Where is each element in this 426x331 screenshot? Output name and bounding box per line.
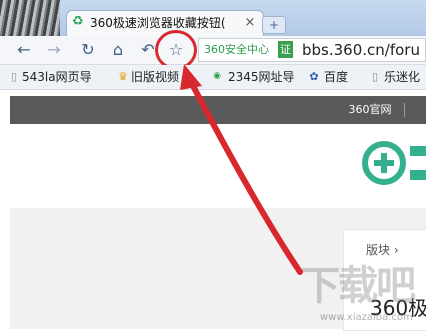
2345-icon: ◉ bbox=[213, 71, 221, 81]
breadcrumb[interactable]: 版块 › bbox=[366, 240, 426, 260]
refresh-icon[interactable]: ↻ bbox=[78, 40, 98, 60]
browser-avatar-image bbox=[0, 0, 60, 36]
360-logo-icon[interactable] bbox=[358, 140, 426, 186]
bookmark-item[interactable]: 旧版视频 bbox=[131, 66, 187, 88]
site-nav-link[interactable]: 360官网 bbox=[340, 99, 400, 121]
watermark-logo: 下载吧 bbox=[300, 263, 416, 309]
bookmark-item[interactable]: 2345网址导 bbox=[228, 66, 295, 88]
new-tab-button[interactable]: + bbox=[262, 16, 286, 34]
tab-title: 360极速浏览器收藏按钮( bbox=[90, 16, 226, 30]
url-text[interactable]: bbs.360.cn/foru bbox=[302, 39, 426, 61]
tab-close-button[interactable]: × bbox=[242, 14, 258, 32]
forward-icon[interactable]: → bbox=[44, 40, 64, 60]
page-icon: ▯ bbox=[371, 70, 379, 83]
bookmark-item[interactable]: 百度 bbox=[324, 66, 348, 88]
page-icon: ▯ bbox=[10, 70, 18, 83]
360-site-icon: ♻ bbox=[72, 14, 84, 29]
security-label: 360安全中心 bbox=[204, 43, 269, 56]
watermark-url: www.xiazaiba.com bbox=[320, 312, 413, 323]
certificate-badge[interactable]: 证 bbox=[278, 41, 293, 58]
baidu-paw-icon: ✿ bbox=[309, 70, 319, 83]
back-icon[interactable]: ← bbox=[14, 40, 34, 60]
bookmark-item[interactable]: 乐迷化 bbox=[384, 66, 420, 88]
highlight-circle bbox=[155, 30, 197, 70]
cup-icon: ♛ bbox=[118, 70, 128, 83]
bookmark-item[interactable]: 543la网页导 bbox=[22, 66, 92, 88]
home-icon[interactable]: ⌂ bbox=[108, 40, 128, 60]
nav-divider bbox=[404, 103, 405, 117]
